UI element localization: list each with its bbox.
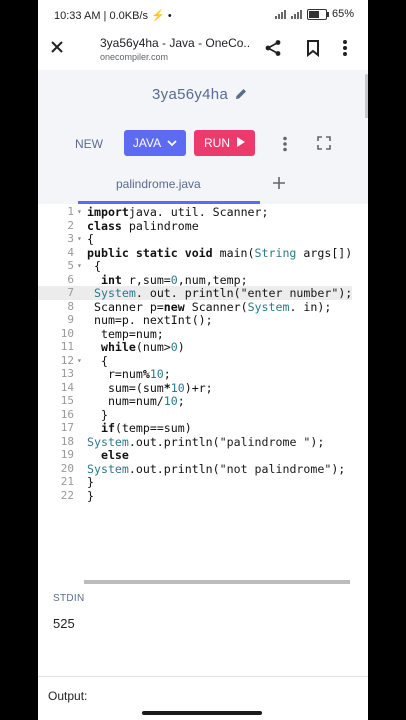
- output-label: Output:: [48, 689, 88, 703]
- code-line[interactable]: }: [87, 408, 108, 422]
- play-icon: [236, 136, 245, 150]
- stdin-input[interactable]: 525: [53, 616, 75, 631]
- tab-palindrome-java[interactable]: palindrome.java: [116, 177, 201, 191]
- status-time: 10:33 AM | 0.0KB/s ⚡ •: [54, 10, 172, 22]
- line-number: 8: [67, 299, 74, 313]
- line-number: 4: [67, 245, 74, 259]
- project-name[interactable]: 3ya56y4ha: [152, 86, 228, 103]
- bookmark-icon[interactable]: [306, 39, 320, 62]
- close-icon[interactable]: [50, 40, 64, 59]
- new-button[interactable]: NEW: [75, 137, 103, 151]
- line-number: 11: [60, 340, 74, 353]
- code-line[interactable]: while(num>0): [87, 340, 185, 354]
- code-line[interactable]: temp=num;: [87, 327, 164, 341]
- fold-chevron-icon[interactable]: ▾: [77, 232, 82, 246]
- page-domain[interactable]: onecompiler.com: [100, 52, 168, 62]
- code-line[interactable]: }: [87, 475, 94, 489]
- code-line[interactable]: System.out.println("palindrome ");: [87, 435, 324, 449]
- share-icon[interactable]: [264, 39, 282, 62]
- chevron-down-icon: [167, 136, 177, 150]
- code-line[interactable]: public static void main(String args[]): [87, 246, 352, 260]
- code-line[interactable]: }: [87, 489, 94, 503]
- add-file-icon[interactable]: [272, 176, 286, 195]
- phone-screen: 10:33 AM | 0.0KB/s ⚡ • 65% 3ya56y4ha - J…: [38, 0, 368, 720]
- signal-icon: [274, 9, 286, 19]
- line-number: 17: [60, 421, 74, 434]
- line-number: 18: [60, 434, 74, 448]
- fullscreen-icon[interactable]: [317, 136, 331, 155]
- line-number: 14: [60, 380, 74, 394]
- run-button[interactable]: RUN: [194, 130, 255, 156]
- status-bar: 10:33 AM | 0.0KB/s ⚡ • 65%: [38, 0, 368, 30]
- line-number: 19: [60, 448, 74, 461]
- fold-chevron-icon[interactable]: ▾: [77, 259, 82, 273]
- language-label: JAVA: [132, 136, 162, 150]
- code-line[interactable]: class palindrome: [87, 219, 199, 233]
- project-bar: 3ya56y4ha: [38, 70, 368, 118]
- editor-edge: [352, 204, 368, 584]
- code-line[interactable]: {: [87, 259, 101, 273]
- line-number: 1: [67, 205, 74, 218]
- line-number: 12: [60, 353, 74, 367]
- line-number: 10: [60, 326, 74, 340]
- code-line[interactable]: System.out.println("not palindrome");: [87, 462, 345, 476]
- battery-icon: [306, 8, 329, 20]
- line-number: 13: [60, 367, 74, 380]
- status-right: 65%: [274, 8, 354, 20]
- code-line[interactable]: {: [87, 354, 108, 368]
- file-tab-bar: palindrome.java: [38, 168, 368, 204]
- browser-url-bar: 3ya56y4ha - Java - OneCo... onecompiler.…: [38, 30, 368, 70]
- horizontal-scrollbar[interactable]: [84, 580, 350, 584]
- code-line[interactable]: Scanner p=new Scanner(System. in);: [87, 300, 331, 314]
- pencil-icon[interactable]: [234, 87, 248, 106]
- more-vert-icon[interactable]: [282, 136, 288, 157]
- language-select-button[interactable]: JAVA: [124, 130, 186, 156]
- code-line[interactable]: importjava. util. Scanner;: [87, 205, 269, 219]
- line-number: 20: [60, 461, 74, 475]
- notification-icon: ⚡: [151, 10, 165, 22]
- code-line[interactable]: num=p. nextInt();: [87, 313, 213, 327]
- line-number: 2: [67, 218, 74, 232]
- line-number: 16: [60, 407, 74, 421]
- code-line[interactable]: System. out. println("enter number");: [87, 286, 352, 300]
- code-line[interactable]: r=num%10;: [87, 367, 171, 381]
- fold-chevron-icon[interactable]: ▾: [77, 205, 82, 219]
- dot-icon: •: [167, 10, 172, 22]
- stdin-label: STDIN: [53, 593, 85, 604]
- editor-toolbar: NEW JAVA RUN: [38, 118, 368, 168]
- home-indicator[interactable]: [142, 711, 262, 715]
- line-number: 6: [67, 272, 74, 286]
- code-line[interactable]: else: [87, 448, 129, 462]
- page-title[interactable]: 3ya56y4ha - Java - OneCo...: [100, 36, 250, 50]
- code-line[interactable]: {: [87, 232, 94, 246]
- battery-percent: 65%: [331, 8, 354, 20]
- line-number: 5: [67, 259, 74, 272]
- divider: [38, 676, 368, 677]
- line-number: 21: [60, 475, 74, 488]
- code-line[interactable]: if(temp==sum): [87, 421, 192, 435]
- line-number: 3: [67, 232, 74, 245]
- more-vert-icon[interactable]: [342, 39, 348, 62]
- line-number: 15: [60, 394, 74, 407]
- fold-chevron-icon[interactable]: ▾: [77, 354, 82, 368]
- code-line[interactable]: sum=(sum*10)+r;: [87, 381, 213, 395]
- code-line[interactable]: num=num/10;: [87, 394, 185, 408]
- code-editor[interactable]: 1 ▾ importjava. util. Scanner; 2 class palin…: [38, 204, 368, 584]
- signal-icon-2: [290, 9, 302, 19]
- code-line[interactable]: int r,sum=0,num,temp;: [87, 273, 248, 287]
- line-number: 22: [60, 488, 74, 502]
- line-number: 9: [67, 313, 74, 326]
- line-number: 7: [67, 286, 74, 299]
- run-label: RUN: [204, 136, 230, 150]
